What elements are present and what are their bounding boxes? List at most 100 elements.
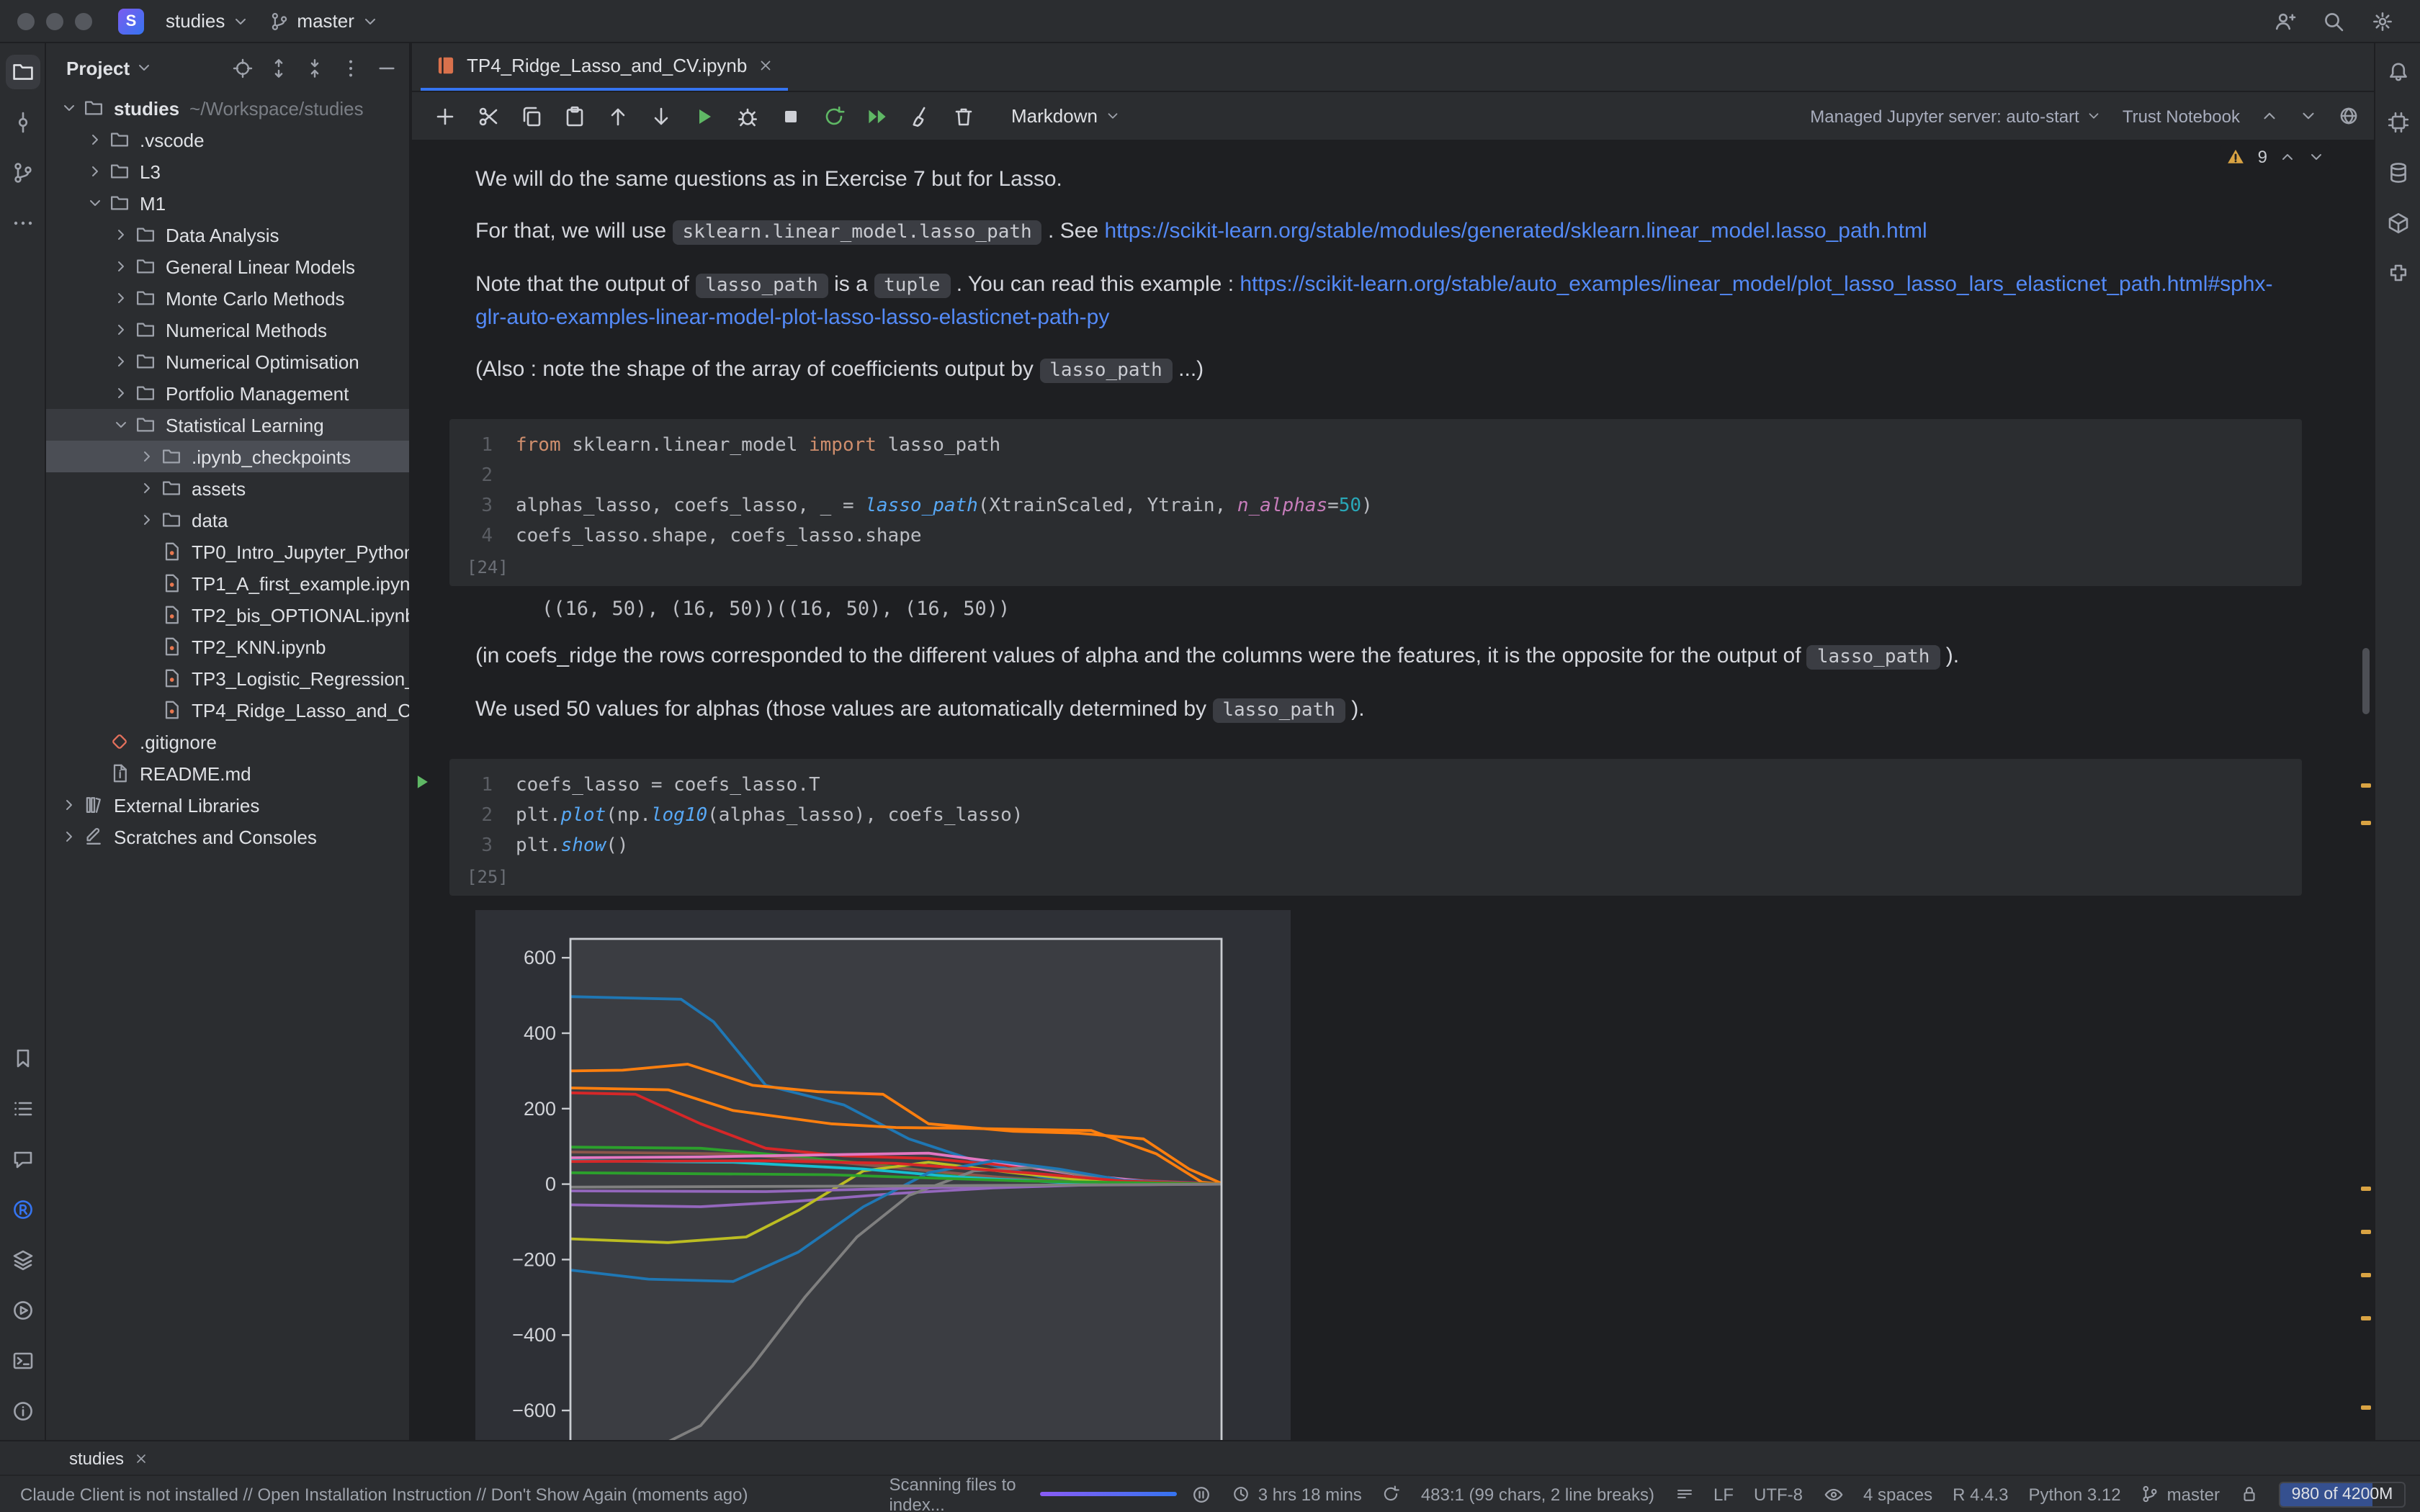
clear-outputs-button[interactable] [902, 99, 939, 133]
tree-item-assets[interactable]: assets [46, 472, 409, 504]
chevron-right-icon[interactable] [58, 828, 81, 845]
r-interpreter-widget[interactable]: R 4.4.3 [1953, 1484, 2008, 1504]
chevron-right-icon[interactable] [109, 384, 133, 402]
bottom-tool-tab[interactable]: studies [58, 1445, 160, 1471]
browser-preview-icon[interactable] [2338, 105, 2360, 127]
terminal-tool-icon[interactable] [5, 1344, 40, 1378]
tree-item-ipynb-checkpoints[interactable]: .ipynb_checkpoints [46, 441, 409, 472]
ai-assistant-icon[interactable] [2380, 105, 2415, 140]
tree-item-vscode[interactable]: .vscode [46, 124, 409, 156]
next-cell-icon[interactable] [2299, 107, 2318, 125]
highlighting-eye-icon[interactable] [1823, 1484, 1843, 1504]
restart-kernel-button[interactable] [815, 99, 853, 133]
commit-tool-icon[interactable] [5, 105, 40, 140]
add-cell-button[interactable] [426, 99, 464, 133]
code-cell[interactable]: 1coefs_lasso = coefs_lasso.T2plt.plot(np… [449, 759, 2302, 896]
tree-item-readme-md[interactable]: README.md [46, 757, 409, 789]
tree-item-tp3-logistic-regression-an[interactable]: TP3_Logistic_Regression_an [46, 662, 409, 694]
tree-item-statistical-learning[interactable]: Statistical Learning [46, 409, 409, 441]
tree-item-data-analysis[interactable]: Data Analysis [46, 219, 409, 251]
markdown-cell[interactable]: For that, we will use sklearn.linear_mod… [475, 216, 2279, 249]
tree-item-scratches-and-consoles[interactable]: Scratches and Consoles [46, 821, 409, 852]
chevron-down-icon[interactable] [58, 99, 81, 117]
copy-cell-button[interactable] [513, 99, 550, 133]
hide-panel-icon[interactable] [376, 57, 398, 78]
tree-item-gitignore[interactable]: .gitignore [46, 726, 409, 757]
markdown-cell[interactable]: We used 50 values for alphas (those valu… [475, 694, 2279, 727]
expand-all-icon[interactable] [268, 57, 290, 78]
problems-tool-icon[interactable] [5, 1394, 40, 1428]
tree-item-m1[interactable]: M1 [46, 187, 409, 219]
delete-cell-button[interactable] [945, 99, 982, 133]
chevron-right-icon[interactable] [109, 258, 133, 275]
collapse-all-icon[interactable] [304, 57, 326, 78]
memory-indicator[interactable]: 980 of 4200M [2279, 1481, 2406, 1507]
tree-item-external-libraries[interactable]: External Libraries [46, 789, 409, 821]
tree-item-l3[interactable]: L3 [46, 156, 409, 187]
run-all-button[interactable] [859, 99, 896, 133]
python-interpreter-widget[interactable]: Python 3.12 [2029, 1484, 2121, 1504]
cut-cell-button[interactable] [470, 99, 507, 133]
vcs-branch-widget[interactable]: master [259, 6, 388, 36]
scrollbar-thumb[interactable] [2362, 648, 2370, 714]
tree-item-numerical-optimisation[interactable]: Numerical Optimisation [46, 346, 409, 377]
encoding-widget[interactable]: UTF-8 [1754, 1484, 1803, 1504]
notifications-bell-icon[interactable] [2380, 55, 2415, 89]
tree-item-tp2-bis-optional-ipynb[interactable]: TP2_bis_OPTIONAL.ipynb [46, 599, 409, 631]
chevron-down-icon[interactable] [135, 59, 153, 76]
markdown-cell[interactable]: We will do the same questions as in Exer… [475, 164, 2279, 196]
markdown-link[interactable]: https://scikit-learn.org/stable/modules/… [1104, 219, 1927, 243]
chevron-right-icon[interactable] [135, 511, 158, 528]
chevron-right-icon[interactable] [84, 163, 107, 180]
chevron-right-icon[interactable] [135, 480, 158, 497]
stop-kernel-button[interactable] [772, 99, 810, 133]
markdown-cell[interactable]: (in coefs_ridge the rows corresponded to… [475, 641, 2279, 674]
time-tracker-widget[interactable]: 3 hrs 18 mins [1232, 1484, 1362, 1504]
run-cell-button[interactable] [686, 99, 723, 133]
zoom-window-button[interactable] [75, 12, 92, 30]
close-icon[interactable] [134, 1451, 148, 1465]
chevron-right-icon[interactable] [109, 321, 133, 338]
line-ending-widget[interactable]: LF [1713, 1484, 1734, 1504]
tree-item-tp4-ridge-lasso-and-cv-ip[interactable]: TP4_Ridge_Lasso_and_CV.ip [46, 694, 409, 726]
move-cell-up-button[interactable] [599, 99, 637, 133]
inspections-widget[interactable]: 9 [2220, 144, 2331, 170]
caret-position-widget[interactable]: 483:1 (99 chars, 2 line breaks) [1421, 1484, 1654, 1504]
tree-item-tp2-knn-ipynb[interactable]: TP2_KNN.ipynb [46, 631, 409, 662]
chevron-down-icon[interactable] [109, 416, 133, 433]
todo-tool-icon[interactable] [5, 1092, 40, 1126]
tree-item-monte-carlo-methods[interactable]: Monte Carlo Methods [46, 282, 409, 314]
project-tool-icon[interactable] [5, 55, 40, 89]
ai-chat-tool-icon[interactable] [5, 1142, 40, 1176]
search-everywhere-icon[interactable] [2322, 9, 2345, 32]
tree-item-tp1-a-first-example-ipynb[interactable]: TP1_A_first_example.ipynb [46, 567, 409, 599]
tree-item-data[interactable]: data [46, 504, 409, 536]
pause-indexing-icon[interactable] [1192, 1484, 1212, 1504]
project-widget[interactable]: studies [156, 6, 259, 36]
close-tab-icon[interactable] [757, 58, 773, 73]
plugins-tool-icon[interactable] [2380, 256, 2415, 291]
settings-gear-icon[interactable] [2371, 9, 2394, 32]
markdown-cell[interactable]: Note that the output of lasso_path is a … [475, 269, 2279, 334]
more-tools-icon[interactable] [5, 206, 40, 240]
chevron-right-icon[interactable] [109, 289, 133, 307]
trust-notebook-link[interactable]: Trust Notebook [2123, 106, 2240, 126]
bookmarks-tool-icon[interactable] [5, 1041, 40, 1076]
chevron-right-icon[interactable] [109, 226, 133, 243]
chevron-down-icon[interactable] [84, 194, 107, 212]
markdown-cell[interactable]: (Also : note the shape of the array of c… [475, 354, 2279, 387]
lock-icon[interactable] [2240, 1485, 2259, 1503]
prev-cell-icon[interactable] [2260, 107, 2279, 125]
panel-options-icon[interactable] [340, 57, 362, 78]
database-tool-icon[interactable] [2380, 156, 2415, 190]
debug-cell-button[interactable] [729, 99, 766, 133]
chevron-right-icon[interactable] [58, 796, 81, 814]
indent-widget[interactable]: 4 spaces [1863, 1484, 1932, 1504]
sync-icon[interactable] [1382, 1485, 1401, 1503]
cell-type-dropdown[interactable]: Markdown [1000, 101, 1132, 131]
dependencies-tool-icon[interactable] [2380, 206, 2415, 240]
move-cell-down-button[interactable] [642, 99, 680, 133]
run-cell-gutter-icon[interactable] [412, 772, 432, 799]
chevron-right-icon[interactable] [84, 131, 107, 148]
git-branch-widget[interactable]: master [2141, 1484, 2220, 1504]
